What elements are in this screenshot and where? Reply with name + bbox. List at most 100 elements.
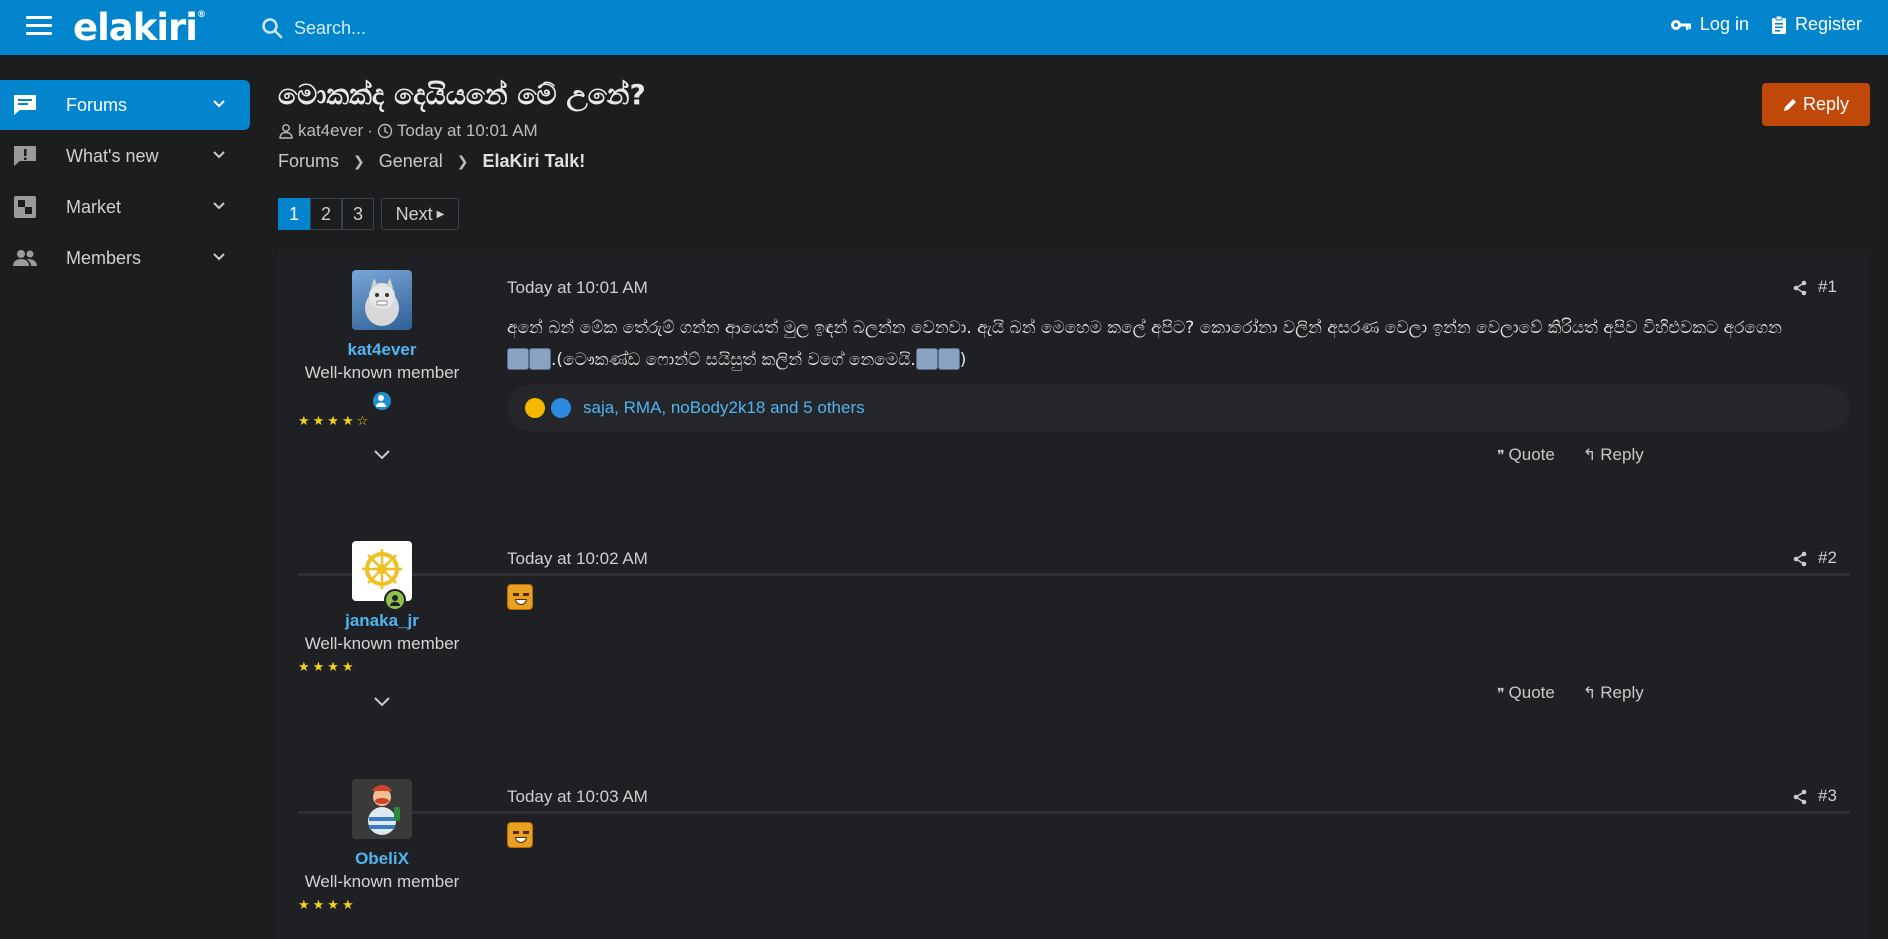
clipboard-icon — [1771, 15, 1786, 34]
quote-button[interactable]: ❞ Quote — [1497, 683, 1555, 703]
pagination: 1 2 3 Next ▶ — [278, 198, 459, 230]
register-label: Register — [1794, 14, 1862, 34]
breadcrumb-forums[interactable]: Forums — [278, 151, 339, 172]
caret-right-icon: ▶ — [436, 208, 445, 220]
reply-label: Reply — [1600, 445, 1644, 464]
post-number[interactable]: #3 — [1818, 786, 1837, 806]
menu-icon[interactable] — [26, 16, 52, 38]
user-title: Well-known member — [304, 363, 460, 382]
like-reaction-icon — [551, 398, 571, 418]
sidebar-item-label: Market — [66, 196, 122, 217]
reactions-list[interactable]: saja, RMA, noBody2k18 and 5 others — [583, 398, 865, 418]
username[interactable]: kat4ever — [298, 340, 466, 360]
chevron-down-icon[interactable] — [372, 695, 392, 709]
quote-button[interactable]: ❞ Quote — [1497, 445, 1555, 465]
reply-arrow-icon: ↰ — [1582, 685, 1597, 702]
laugh-reaction-icon — [525, 398, 545, 418]
chevron-right-icon: ❯ — [353, 153, 365, 169]
post-actions: ❞ Quote ↰ Reply — [1497, 683, 1644, 703]
sidebar-item-forums[interactable]: Forums — [0, 80, 250, 130]
search-input[interactable] — [294, 17, 634, 39]
share-icon[interactable] — [1792, 551, 1808, 567]
post-divider — [298, 811, 1850, 814]
member-badge-icon — [371, 390, 393, 412]
sad-smiley-icon — [507, 348, 529, 370]
chevron-right-icon: ❯ — [456, 153, 469, 169]
page-2-button[interactable]: 2 — [310, 198, 342, 230]
post-number[interactable]: #1 — [1818, 277, 1837, 297]
reply-post-button[interactable]: ↰ Reply — [1583, 445, 1644, 465]
logo-text: elakiri — [73, 6, 198, 49]
market-icon — [14, 196, 36, 218]
shocked-smiley-icon — [915, 348, 938, 370]
register-link[interactable]: Register — [1771, 14, 1862, 35]
members-icon — [13, 250, 37, 266]
reply-post-button[interactable]: ↰ Reply — [1583, 683, 1644, 703]
login-link[interactable]: Log in — [1670, 14, 1749, 35]
meta-separator: · — [367, 121, 373, 140]
search-box[interactable] — [260, 12, 660, 44]
share-icon[interactable] — [1792, 789, 1808, 805]
forums-icon — [14, 95, 36, 115]
obelix-avatar-image — [368, 785, 400, 835]
whats-new-icon — [14, 146, 36, 166]
sidebar-item-label: Forums — [66, 94, 128, 115]
chevron-down-icon[interactable] — [372, 448, 392, 462]
post-date[interactable]: Today at 10:02 AM — [507, 549, 648, 569]
cat-avatar-image — [365, 278, 399, 326]
grinning-smiley-icon — [507, 584, 533, 610]
chevron-down-icon[interactable] — [212, 250, 226, 264]
breadcrumb-general[interactable]: General — [379, 151, 443, 172]
breadcrumb-elakiri-talk[interactable]: ElaKiri Talk! — [483, 151, 586, 172]
chevron-down-icon[interactable] — [212, 97, 226, 111]
online-status-icon — [384, 589, 406, 611]
posts-list: kat4ever Well-known member ★★★★☆ Today a… — [278, 250, 1870, 939]
next-label: Next — [395, 203, 433, 224]
username[interactable]: janaka_jr — [298, 611, 466, 631]
quote-icon: ❞ — [1497, 446, 1505, 463]
next-page-button[interactable]: Next ▶ — [381, 198, 459, 230]
chevron-down-icon[interactable] — [212, 148, 226, 162]
sidebar-item-members[interactable]: Members — [0, 233, 250, 283]
account-links: Log in Register — [1670, 14, 1862, 35]
post-text: ) — [959, 350, 967, 370]
post-date[interactable]: Today at 10:01 AM — [507, 278, 648, 298]
page-3-button[interactable]: 3 — [342, 198, 374, 230]
rating-stars: ★★★★ — [298, 897, 357, 912]
breadcrumb: Forums ❯ General ❯ ElaKiri Talk! — [278, 151, 585, 172]
user-icon — [279, 124, 293, 139]
thread-title: මොකක්ද දෙයියනේ මේ උනේ? — [278, 78, 646, 111]
username[interactable]: ObeliX — [298, 849, 466, 869]
sidebar-item-label: What's new — [66, 145, 159, 166]
sad-smiley-icon — [529, 348, 551, 370]
sidebar-item-market[interactable]: Market — [0, 182, 250, 232]
rating-stars: ★★★★☆ — [298, 413, 372, 428]
chevron-down-icon[interactable] — [212, 199, 226, 213]
search-icon — [262, 18, 283, 39]
share-icon[interactable] — [1792, 280, 1808, 296]
thread-date[interactable]: Today at 10:01 AM — [397, 121, 538, 141]
post-text: .(ටෞකණ්ඩ ෆොන්ට් සයිසුත් කලින් වගේ නෙමෙයි… — [551, 350, 916, 370]
reply-button[interactable]: Reply — [1762, 83, 1870, 126]
pencil-icon — [1783, 98, 1796, 111]
user-title: Well-known member — [304, 872, 460, 891]
thread-meta: kat4ever · Today at 10:01 AM — [278, 121, 538, 141]
site-logo[interactable]: elakiri® — [73, 6, 206, 49]
thread-author[interactable]: kat4ever — [298, 121, 363, 141]
avatar[interactable] — [352, 779, 412, 839]
sidebar-item-label: Members — [66, 247, 142, 268]
post-date[interactable]: Today at 10:03 AM — [507, 787, 648, 807]
user-title: Well-known member — [304, 634, 460, 653]
post-number[interactable]: #2 — [1818, 548, 1837, 568]
logo-registered-mark: ® — [196, 10, 206, 20]
sidebar-item-whats-new[interactable]: What's new — [0, 131, 250, 181]
reply-label: Reply — [1600, 683, 1644, 702]
reply-arrow-icon: ↰ — [1582, 447, 1597, 464]
top-navigation-bar: elakiri® Log in Register — [0, 0, 1888, 55]
rating-stars: ★★★★ — [298, 659, 357, 674]
quote-label: Quote — [1508, 683, 1555, 702]
sidebar: Forums What's new Market Members — [0, 55, 260, 939]
avatar[interactable] — [352, 270, 412, 330]
main-content: මොකක්ද දෙයියනේ මේ උනේ? kat4ever · Today … — [278, 55, 1870, 939]
page-1-button[interactable]: 1 — [278, 198, 310, 230]
